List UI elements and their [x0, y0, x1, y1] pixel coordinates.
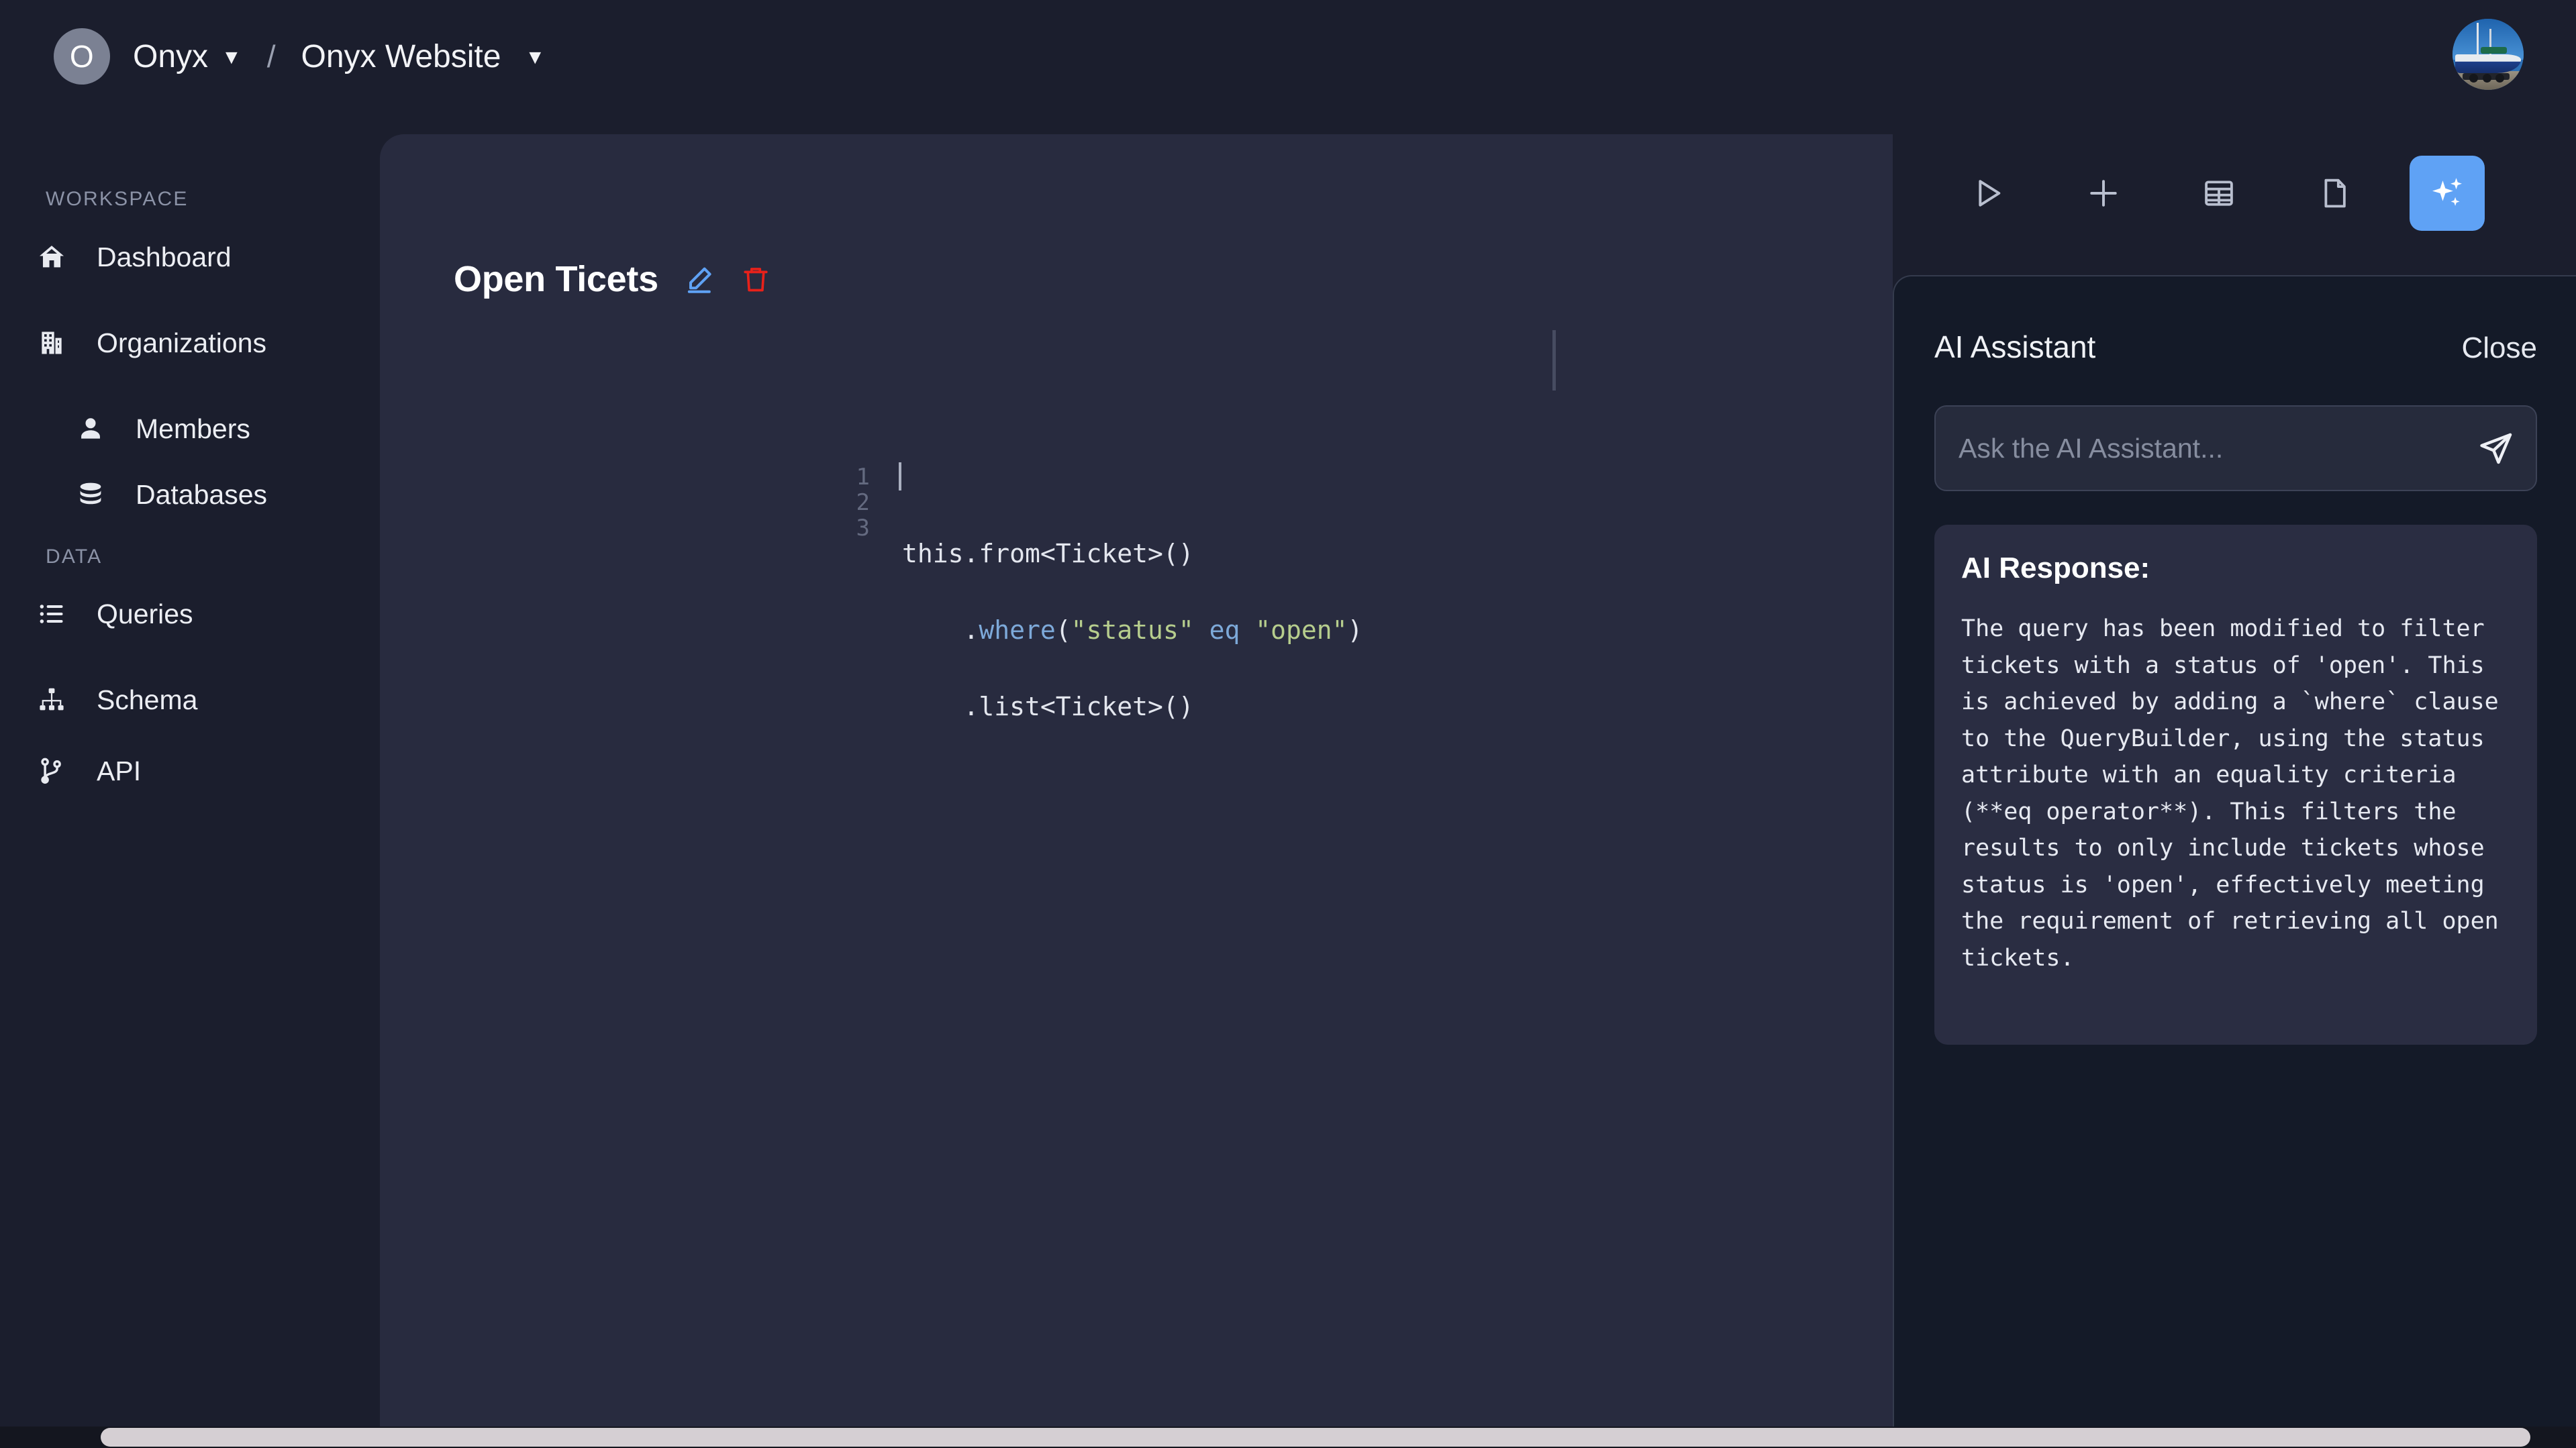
ai-prompt-input[interactable]	[1936, 432, 2457, 464]
sidebar-item-label: Queries	[97, 598, 193, 629]
trash-icon[interactable]	[739, 261, 773, 297]
main-content-panel: Open Ticets 1 2 3 this.from<Ticket>() .w…	[380, 134, 1893, 1429]
code-token: (	[1055, 615, 1071, 645]
git-branch-icon	[34, 753, 70, 789]
horizontal-scrollbar[interactable]	[0, 1427, 2576, 1448]
code-lines[interactable]: this.from<Ticket>() .where("status" eq "…	[899, 462, 1363, 770]
project-name[interactable]: Onyx Website	[301, 38, 501, 75]
ai-response-label: AI Response:	[1961, 552, 2150, 584]
sidebar-item-label: Databases	[136, 478, 268, 510]
sidebar-item-label: Members	[136, 413, 250, 444]
sidebar-item-label: Schema	[97, 684, 198, 715]
code-token: eq	[1209, 615, 1240, 645]
breadcrumb-separator: /	[266, 39, 276, 74]
sidebar-item-queries[interactable]: Queries	[0, 585, 380, 643]
sidebar-section-data-label: DATA	[46, 546, 103, 568]
line-number: 3	[856, 515, 870, 541]
code-token: .list<Ticket>()	[902, 692, 1194, 721]
text-cursor	[899, 462, 901, 490]
sidebar-item-label: Organizations	[97, 327, 266, 358]
editor-toolbar	[1893, 156, 2485, 243]
avatar-wheel	[2495, 74, 2504, 83]
editor-vertical-divider	[1552, 330, 1556, 391]
code-token: )	[1347, 615, 1363, 645]
building-icon	[34, 325, 70, 361]
org-avatar: O	[54, 28, 110, 85]
breadcrumb: O Onyx ▼ / Onyx Website ▼	[54, 28, 545, 85]
sidebar-item-organizations[interactable]: Organizations	[0, 314, 380, 372]
org-name[interactable]: Onyx	[133, 38, 208, 75]
table-view-button[interactable]	[2181, 156, 2257, 231]
avatar-wheel	[2482, 74, 2491, 83]
avatar-hull	[2455, 54, 2521, 73]
sidebar-item-members[interactable]: Members	[0, 400, 380, 458]
scrollbar-thumb[interactable]	[101, 1428, 2530, 1447]
ai-panel-header: AI Assistant Close	[1934, 329, 2537, 365]
sidebar-item-api[interactable]: API	[0, 742, 380, 800]
code-token: where	[979, 615, 1056, 645]
avatar-mast	[2477, 23, 2479, 56]
list-icon	[34, 596, 70, 632]
document-view-button[interactable]	[2297, 156, 2372, 231]
send-icon[interactable]	[2457, 405, 2536, 491]
query-header: Open Ticets	[454, 258, 773, 300]
sidebar-item-databases[interactable]: Databases	[0, 466, 380, 523]
ai-prompt-field[interactable]	[1934, 405, 2537, 491]
chevron-down-icon[interactable]: ▼	[525, 48, 545, 68]
database-icon	[72, 476, 109, 513]
chevron-down-icon[interactable]: ▼	[221, 48, 242, 68]
code-line: this.from<Ticket>()	[902, 541, 1363, 566]
sitemap-icon	[34, 682, 70, 718]
sidebar: WORKSPACE Dashboard Organizations Member…	[0, 134, 380, 1448]
code-token: "open"	[1255, 615, 1348, 645]
code-gutter: 1 2 3	[823, 464, 870, 770]
ai-response-card: AI Response: The query has been modified…	[1934, 525, 2537, 1045]
ai-response-text: The query has been modified to filter ti…	[1961, 615, 2513, 972]
avatar-boom	[2481, 47, 2507, 54]
pencil-icon[interactable]	[683, 261, 719, 297]
ai-assistant-button[interactable]	[2410, 156, 2485, 231]
code-token: .	[902, 615, 979, 645]
sidebar-item-label: API	[97, 755, 142, 786]
sidebar-section-workspace-label: WORKSPACE	[46, 188, 189, 210]
code-token: "status"	[1071, 615, 1194, 645]
close-ai-panel-button[interactable]: Close	[2462, 331, 2538, 365]
run-query-button[interactable]	[1950, 156, 2026, 231]
code-line: .list<Ticket>()	[902, 694, 1363, 719]
add-query-button[interactable]	[2066, 156, 2141, 231]
home-icon	[34, 239, 70, 275]
user-icon	[72, 411, 109, 447]
code-editor[interactable]: 1 2 3 this.from<Ticket>() .where("status…	[823, 462, 1363, 770]
code-line: .where("status" eq "open")	[902, 617, 1363, 643]
ai-assistant-panel: AI Assistant Close AI Response: The quer…	[1893, 275, 2576, 1448]
sidebar-item-label: Dashboard	[97, 241, 232, 272]
line-number: 2	[856, 489, 870, 516]
line-number: 1	[856, 464, 870, 490]
page-title: Open Ticets	[454, 259, 658, 299]
sidebar-item-dashboard[interactable]: Dashboard	[0, 228, 380, 286]
app-header: O Onyx ▼ / Onyx Website ▼	[0, 0, 2576, 134]
avatar[interactable]	[2453, 19, 2524, 90]
ai-panel-title: AI Assistant	[1934, 329, 2096, 364]
code-token: this.from<Ticket>()	[902, 539, 1194, 568]
sidebar-item-schema[interactable]: Schema	[0, 671, 380, 729]
